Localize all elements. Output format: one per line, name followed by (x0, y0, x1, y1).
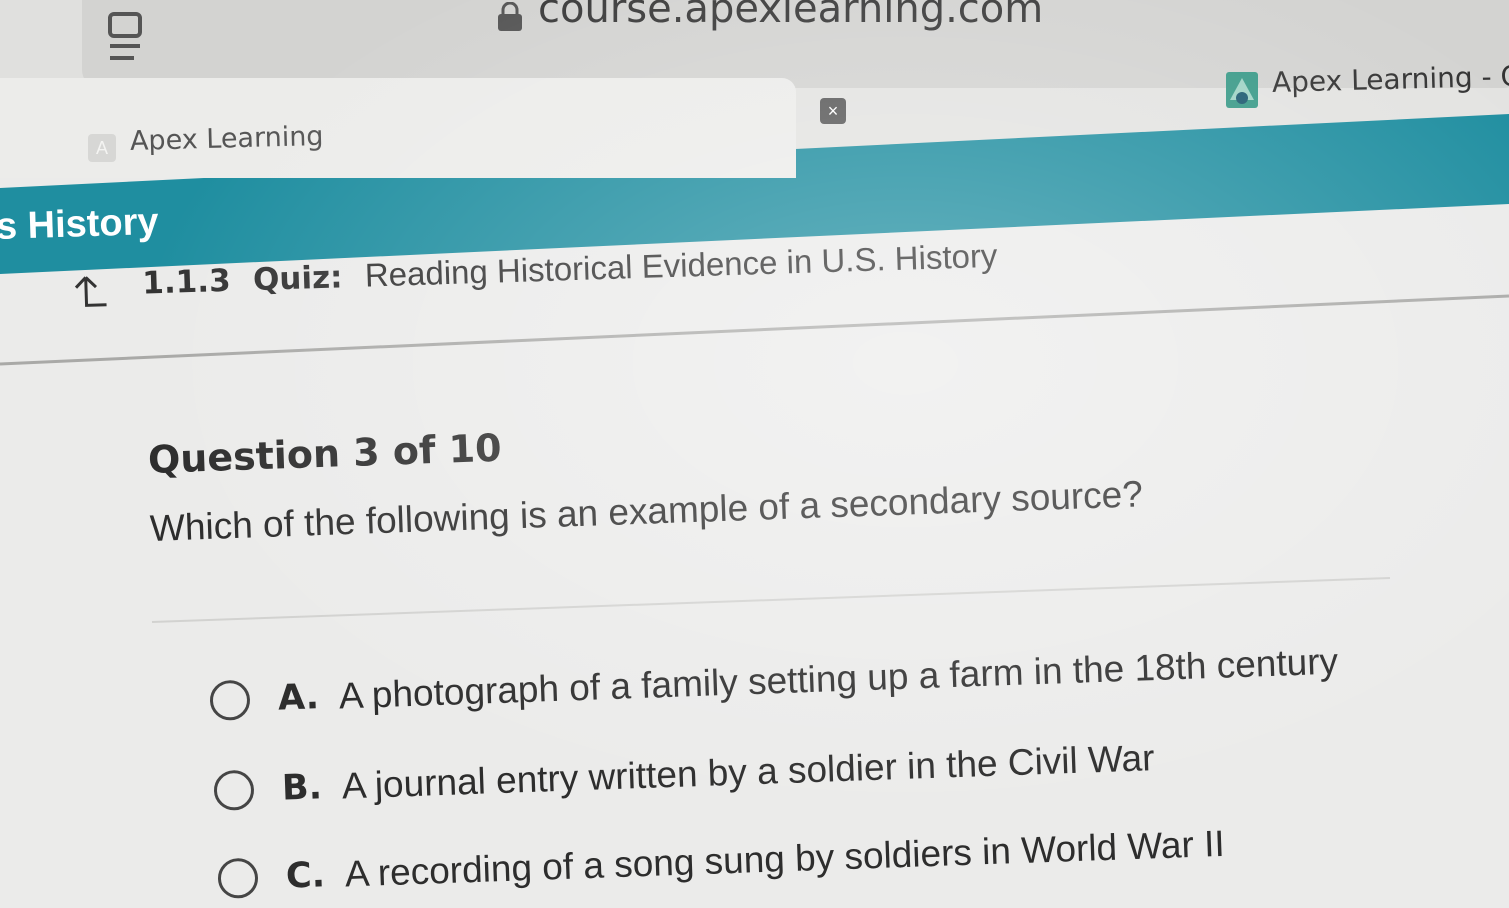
quiz-number: 1.1.3 (141, 262, 232, 302)
radio-button-icon[interactable] (209, 679, 251, 721)
choice-letter: A. (277, 677, 320, 719)
quiz-label: Quiz: (252, 259, 344, 299)
radio-button-icon[interactable] (213, 769, 255, 811)
choice-letter: C. (285, 855, 326, 897)
choice-letter: B. (281, 767, 323, 809)
radio-button-icon[interactable] (217, 857, 259, 899)
back-arrow-icon[interactable] (66, 272, 109, 309)
quiz-content: 1.1.3 Quiz: Reading Historical Evidence … (0, 0, 1509, 908)
